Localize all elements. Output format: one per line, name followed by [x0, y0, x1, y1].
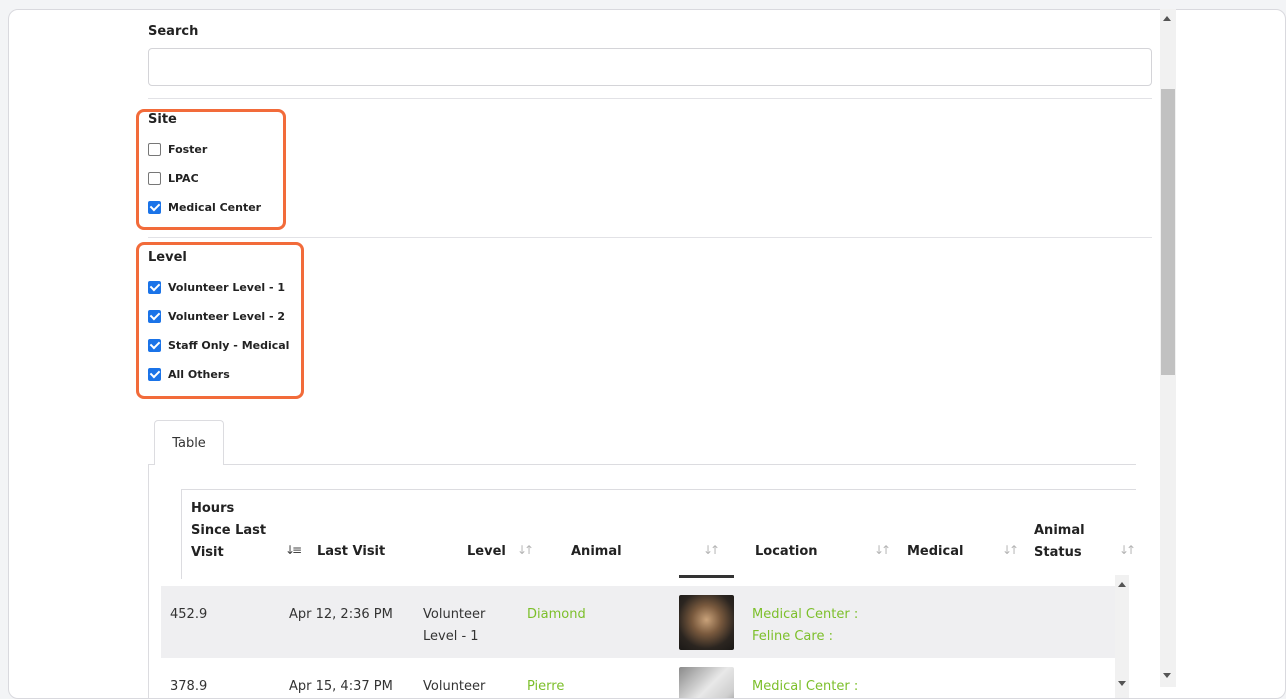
- level-option-volunteer-2[interactable]: Volunteer Level - 2: [148, 310, 285, 323]
- col-hours-since-last-visit[interactable]: Hours Since Last Visit: [191, 498, 266, 564]
- animal-thumbnail[interactable]: [679, 595, 734, 650]
- col-header-line: Hours: [191, 501, 235, 516]
- site-option-label: Medical Center: [168, 201, 262, 214]
- level-option-label: Volunteer Level - 2: [168, 310, 286, 323]
- table-header: [181, 489, 1136, 579]
- search-label: Search: [148, 24, 199, 39]
- table-row[interactable]: 378.9 Apr 15, 4:37 PM Volunteer Pierre M…: [161, 658, 1115, 698]
- level-option-label: Staff Only - Medical: [168, 339, 290, 352]
- location-line: Medical Center :: [752, 679, 859, 694]
- level-option-label: Volunteer Level - 1: [168, 281, 286, 294]
- animal-link[interactable]: Diamond: [527, 604, 586, 626]
- cell-hours: 378.9: [170, 679, 208, 694]
- scrollbar-thumb[interactable]: [1161, 89, 1175, 375]
- level-option-label: All Others: [168, 368, 230, 381]
- sort-icon[interactable]: ↓↑: [874, 543, 891, 557]
- sort-icon[interactable]: ↓↑: [1002, 543, 1019, 557]
- col-animal[interactable]: Animal: [571, 541, 622, 563]
- checkbox-foster[interactable]: [148, 143, 161, 156]
- level-option-all-others[interactable]: All Others: [148, 368, 230, 381]
- level-label: Level: [148, 250, 187, 265]
- level-option-staff-medical[interactable]: Staff Only - Medical: [148, 339, 289, 352]
- cell-level-line: Volunteer: [423, 679, 486, 694]
- location-link[interactable]: Medical Center :: [752, 676, 858, 698]
- site-option-foster[interactable]: Foster: [148, 143, 207, 156]
- location-line: Feline Care :: [752, 629, 833, 644]
- cell-last-visit: Apr 12, 2:36 PM: [289, 607, 393, 622]
- divider: [148, 237, 1152, 238]
- location-link[interactable]: Medical Center : Feline Care :: [752, 604, 858, 648]
- checkbox-all-others[interactable]: [148, 368, 161, 381]
- checkbox-medical-center[interactable]: [148, 201, 161, 214]
- sort-icon[interactable]: ↓↑: [1119, 543, 1136, 557]
- search-input[interactable]: [148, 48, 1152, 86]
- scroll-down-icon[interactable]: [1163, 673, 1171, 678]
- site-option-medical-center[interactable]: Medical Center: [148, 201, 261, 214]
- checkbox-volunteer-2[interactable]: [148, 310, 161, 323]
- col-last-visit[interactable]: Last Visit: [317, 541, 385, 563]
- cell-level-line: Level - 1: [423, 629, 479, 644]
- filter-panel: Search Site Foster LPAC Medical Center L…: [9, 10, 1169, 698]
- col-header-line: Visit: [191, 545, 224, 560]
- divider: [148, 98, 1152, 99]
- level-option-volunteer-1[interactable]: Volunteer Level - 1: [148, 281, 285, 294]
- scroll-up-icon[interactable]: [1118, 582, 1126, 587]
- col-header-line: Since Last: [191, 523, 267, 538]
- tab-table[interactable]: Table: [154, 420, 224, 465]
- col-animal-status[interactable]: Animal Status: [1034, 520, 1085, 564]
- site-option-label: Foster: [168, 143, 208, 156]
- table-row[interactable]: 452.9 Apr 12, 2:36 PM Volunteer Level - …: [161, 586, 1115, 658]
- col-medical[interactable]: Medical: [907, 541, 963, 563]
- table-body: 452.9 Apr 12, 2:36 PM Volunteer Level - …: [161, 575, 1115, 698]
- app-frame: Search Site Foster LPAC Medical Center L…: [8, 9, 1286, 699]
- sort-icon[interactable]: ↓↑: [703, 543, 720, 557]
- sort-icon[interactable]: ↓↑: [517, 543, 534, 557]
- col-location[interactable]: Location: [755, 541, 818, 563]
- cell-level-line: Volunteer: [423, 607, 486, 622]
- col-level[interactable]: Level: [467, 541, 506, 563]
- cell-last-visit: Apr 15, 4:37 PM: [289, 679, 393, 694]
- scroll-up-icon[interactable]: [1163, 16, 1171, 21]
- cell-level: Volunteer Level - 1: [423, 604, 485, 648]
- site-option-label: LPAC: [168, 172, 199, 185]
- checkbox-lpac[interactable]: [148, 172, 161, 185]
- location-line: Medical Center :: [752, 607, 859, 622]
- site-option-lpac[interactable]: LPAC: [148, 172, 199, 185]
- scroll-down-icon[interactable]: [1118, 681, 1126, 686]
- col-header-line: Status: [1034, 545, 1082, 560]
- page-scrollbar[interactable]: [1160, 9, 1176, 687]
- animal-link[interactable]: Pierre: [527, 676, 564, 698]
- thumbnail-edge: [679, 575, 734, 578]
- sort-desc-icon[interactable]: ↓≡: [285, 543, 302, 557]
- checkbox-volunteer-1[interactable]: [148, 281, 161, 294]
- cell-hours: 452.9: [170, 607, 208, 622]
- cell-level: Volunteer: [423, 676, 485, 698]
- checkbox-staff-medical[interactable]: [148, 339, 161, 352]
- table-scrollbar[interactable]: [1115, 575, 1129, 698]
- site-label: Site: [148, 112, 177, 127]
- col-header-line: Animal: [1034, 523, 1085, 538]
- animal-thumbnail[interactable]: [679, 667, 734, 698]
